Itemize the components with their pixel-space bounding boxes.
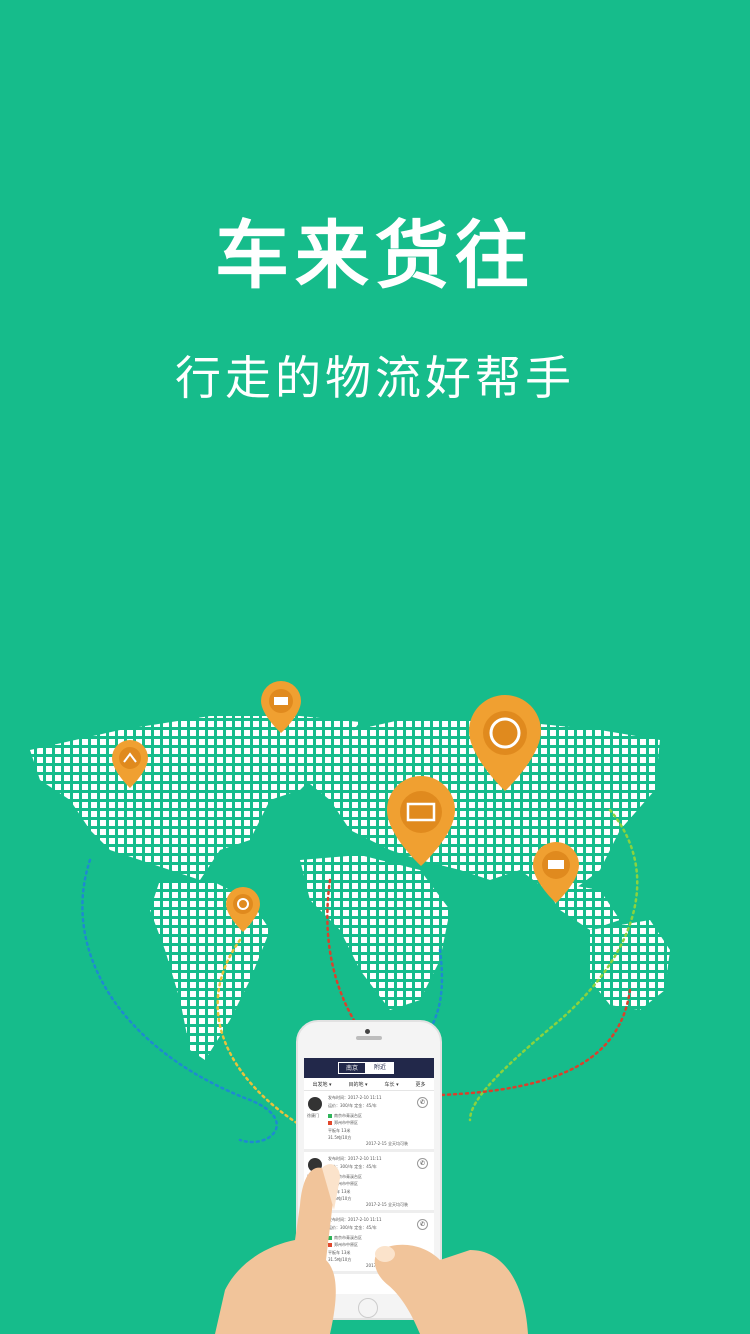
filter-more[interactable]: 更多 — [416, 1081, 426, 1088]
splash-title: 车来货往 — [215, 213, 535, 299]
left-hand — [215, 1164, 340, 1334]
phone-icon[interactable]: ✆ — [417, 1097, 428, 1108]
splash-subtitle: 行走的物流好帮手 — [175, 351, 575, 405]
avatar — [308, 1097, 322, 1111]
filter-destination[interactable]: 目的地 ▾ — [348, 1081, 367, 1088]
delivery-truck-icon — [548, 860, 564, 869]
tab-nearby[interactable]: 附近 — [366, 1062, 394, 1074]
publish-time: 发布时间：2017-2-10 11:11 — [328, 1095, 382, 1100]
phone-camera — [365, 1029, 370, 1034]
filter-bar: 出发地 ▾ 目的地 ▾ 车长 ▾ 更多 — [304, 1078, 434, 1091]
truck-cash-icon — [274, 697, 288, 705]
filter-truck-length[interactable]: 车长 ▾ — [384, 1081, 398, 1088]
right-hand — [374, 1244, 528, 1334]
phone-speaker — [356, 1036, 382, 1040]
tab-nanjing[interactable]: 南京 — [338, 1062, 366, 1074]
app-header: 南京 附近 — [304, 1058, 434, 1078]
price: 运价：300/车 定金：45/车 — [328, 1103, 377, 1108]
filter-origin[interactable]: 出发地 ▾ — [312, 1081, 331, 1088]
hands-illustration — [215, 1164, 528, 1334]
